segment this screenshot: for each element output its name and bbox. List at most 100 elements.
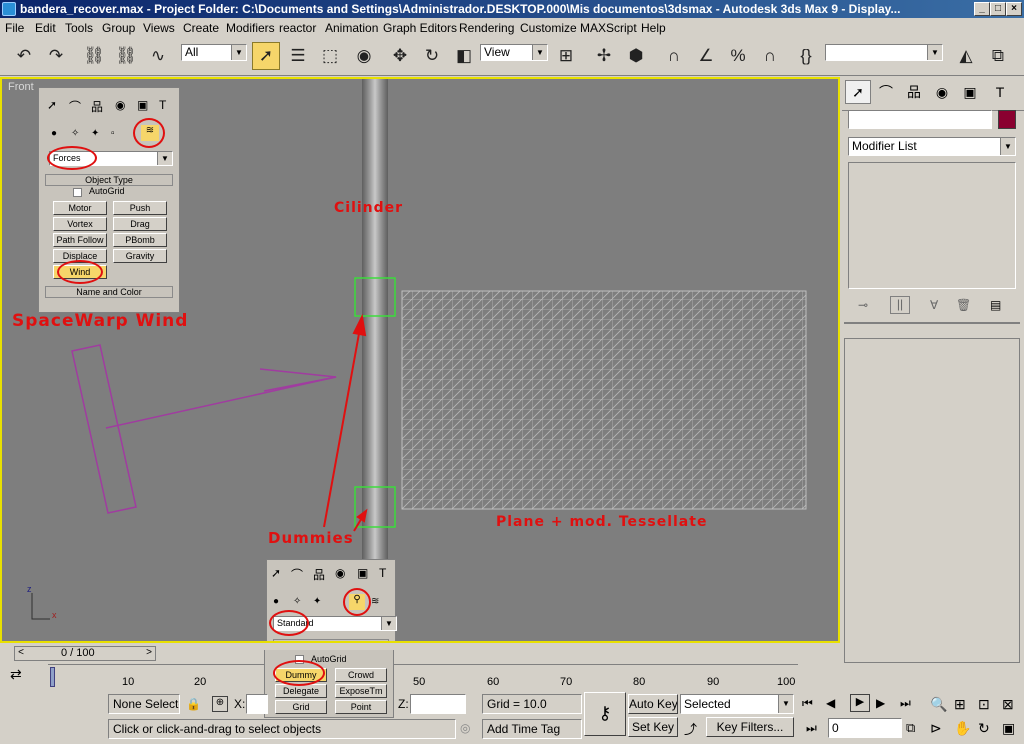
timeline-cursor[interactable]: [50, 667, 55, 687]
lights-icon: ✦: [91, 128, 100, 139]
helpers-hierarchy-tab-icon: 品: [313, 568, 326, 582]
key-mode-combo[interactable]: Selected ▼: [680, 694, 794, 714]
menu-help[interactable]: Help: [641, 21, 666, 35]
previous-frame-icon[interactable]: ◀: [826, 696, 835, 710]
modifier-stack[interactable]: [848, 162, 1016, 289]
time-slider-prev[interactable]: <: [15, 647, 27, 660]
unlink-icon[interactable]: ⛓: [112, 42, 140, 70]
set-key-icon[interactable]: ⚷: [584, 692, 626, 736]
current-frame-field[interactable]: 0: [828, 718, 902, 738]
keyboard-shortcut-icon[interactable]: ⬢: [622, 42, 650, 70]
mirror-icon[interactable]: ◭: [952, 42, 980, 70]
move-icon[interactable]: ✥: [386, 42, 414, 70]
named-selection-combo[interactable]: ▼: [825, 44, 943, 61]
modify-panel-tab-icon[interactable]: ⌒: [873, 80, 899, 104]
key-filters-button[interactable]: Key Filters...: [706, 717, 794, 737]
modifier-list-combo[interactable]: Modifier List ▼: [848, 137, 1016, 156]
menu-modifiers[interactable]: Modifiers: [226, 21, 275, 35]
object-color-swatch[interactable]: [998, 110, 1016, 129]
next-frame-icon[interactable]: ▶: [876, 696, 885, 710]
redo-icon[interactable]: ↷: [42, 42, 70, 70]
utilities-panel-tab-icon[interactable]: T: [987, 80, 1013, 104]
menu-customize[interactable]: Customize: [520, 21, 577, 35]
show-end-result-icon[interactable]: ||: [890, 296, 910, 314]
motion-panel-tab-icon[interactable]: ◉: [929, 80, 955, 104]
close-button[interactable]: ×: [1006, 2, 1022, 16]
zoom-extents-icon[interactable]: ⊡: [978, 696, 990, 713]
menu-edit[interactable]: Edit: [35, 21, 56, 35]
default-tangents-icon[interactable]: ⤴: [684, 719, 697, 738]
manipulate-icon[interactable]: ✢: [590, 42, 618, 70]
remove-modifier-icon[interactable]: 🗑: [956, 298, 971, 312]
mini-curve-editor-icon[interactable]: ⇄: [10, 666, 22, 683]
align-icon[interactable]: ⧉: [984, 42, 1012, 70]
selection-filter-combo[interactable]: All ▼: [181, 44, 247, 61]
highlight-dummy: [273, 660, 325, 686]
angle-snap-icon[interactable]: ∠: [692, 42, 720, 70]
highlight-wind: [57, 260, 103, 284]
time-slider-next[interactable]: >: [143, 647, 155, 660]
snap-toggle-icon[interactable]: ∩: [660, 42, 688, 70]
bind-to-spacewarp-icon[interactable]: ∿: [144, 42, 172, 70]
reference-coordinate-combo[interactable]: View ▼: [480, 44, 548, 61]
zoom-icon[interactable]: 🔍: [930, 696, 947, 713]
undo-icon[interactable]: ↶: [10, 42, 38, 70]
menu-tools[interactable]: Tools: [65, 21, 93, 35]
rotate-icon[interactable]: ↻: [418, 42, 446, 70]
menu-reactor[interactable]: reactor: [279, 21, 316, 35]
pivot-center-icon[interactable]: ⊞: [552, 42, 580, 70]
x-coord-field[interactable]: [246, 694, 268, 714]
menu-graph-editors[interactable]: Graph Editors: [383, 21, 457, 35]
zoom-extents-all-icon[interactable]: ⊠: [1002, 696, 1014, 713]
path-follow-button: Path Follow: [53, 233, 107, 247]
menu-views[interactable]: Views: [143, 21, 175, 35]
time-configuration-icon[interactable]: ⧉: [906, 720, 915, 736]
motion-tab-icon: ◉: [115, 98, 126, 112]
zoom-all-icon[interactable]: ⊞: [954, 696, 966, 713]
configure-modifier-sets-icon[interactable]: ▤: [990, 298, 1001, 312]
pin-stack-icon[interactable]: ⊸: [858, 298, 868, 312]
grid-size-field: Grid = 10.0: [482, 694, 582, 714]
field-of-view-icon[interactable]: ⊳: [930, 720, 942, 737]
motor-button: Motor: [53, 201, 107, 215]
select-object-icon[interactable]: ➚: [252, 42, 280, 70]
viewport-front[interactable]: Front z x Cilinder SpaceWarp Wind Dummie…: [0, 77, 840, 643]
maximize-viewport-icon[interactable]: ▣: [1002, 720, 1015, 737]
percent-snap-icon[interactable]: %: [724, 42, 752, 70]
window-crossing-icon[interactable]: ◉: [350, 42, 378, 70]
make-unique-icon[interactable]: ∀: [930, 298, 938, 312]
menu-maxscript[interactable]: MAXScript: [580, 21, 637, 35]
play-icon[interactable]: ▶: [850, 694, 870, 712]
auto-key-button[interactable]: Auto Key: [628, 694, 678, 714]
hierarchy-panel-tab-icon[interactable]: 品: [901, 80, 927, 104]
tick-50: 50: [413, 676, 426, 688]
select-by-name-icon[interactable]: ☰: [284, 42, 312, 70]
go-to-start-icon[interactable]: ⏮: [802, 696, 813, 711]
z-coord-field[interactable]: [410, 694, 466, 714]
spinner-snap-icon[interactable]: ∩: [756, 42, 784, 70]
go-to-end-icon[interactable]: ⏭: [900, 696, 911, 711]
add-time-tag-field[interactable]: Add Time Tag: [482, 719, 582, 739]
display-panel-tab-icon[interactable]: ▣: [957, 80, 983, 104]
object-name-field[interactable]: [848, 110, 992, 129]
menu-rendering[interactable]: Rendering: [459, 21, 514, 35]
create-panel-tab-icon[interactable]: ➚: [845, 80, 871, 104]
edit-named-selection-icon[interactable]: {}: [792, 42, 820, 70]
maximize-button[interactable]: □: [990, 2, 1006, 16]
pan-icon[interactable]: ✋: [954, 720, 971, 737]
menu-group[interactable]: Group: [102, 21, 135, 35]
arc-rotate-icon[interactable]: ↻: [978, 720, 990, 737]
minimize-button[interactable]: _: [974, 2, 990, 16]
scale-icon[interactable]: ◧: [450, 42, 478, 70]
lock-selection-icon[interactable]: 🔒: [186, 697, 201, 711]
menu-animation[interactable]: Animation: [325, 21, 378, 35]
time-slider[interactable]: < 0 / 100 >: [14, 646, 156, 661]
key-mode-toggle-icon[interactable]: ⏭: [806, 721, 817, 736]
absolute-mode-icon[interactable]: ⊕: [212, 696, 228, 712]
menu-file[interactable]: File: [5, 21, 24, 35]
gravity-button: Gravity: [113, 249, 167, 263]
set-key-button[interactable]: Set Key: [628, 717, 678, 737]
select-and-link-icon[interactable]: ⛓: [80, 42, 108, 70]
rectangular-selection-icon[interactable]: ⬚: [316, 42, 344, 70]
menu-create[interactable]: Create: [183, 21, 219, 35]
